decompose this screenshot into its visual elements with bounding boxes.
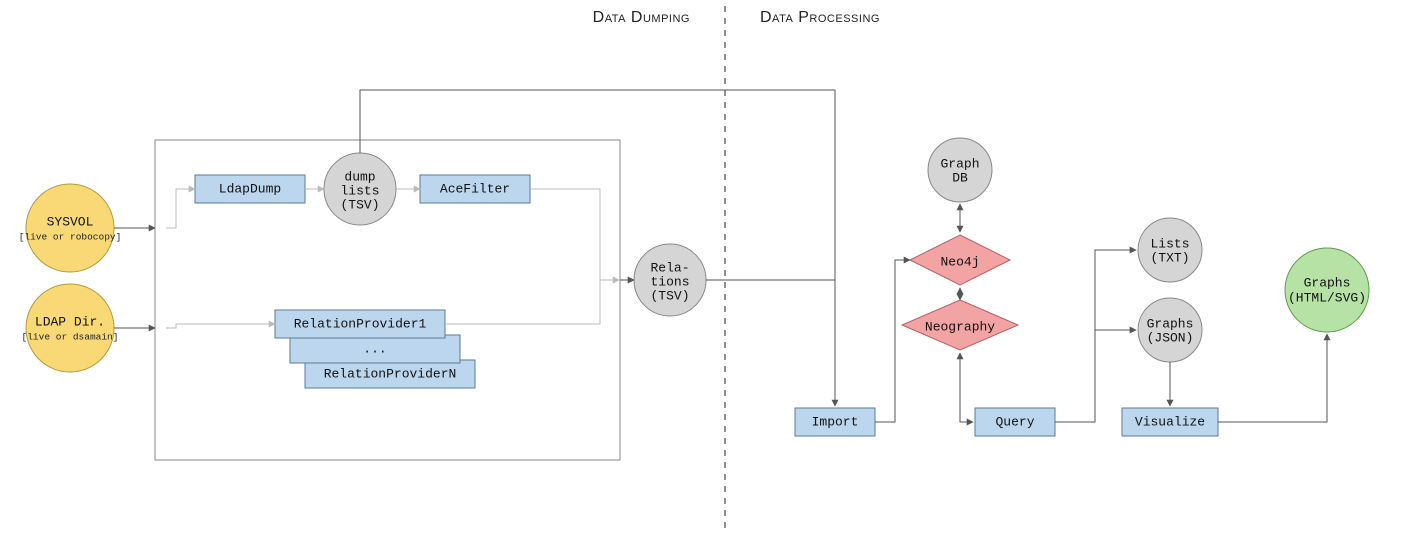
source-ldap-title: LDAP Dir. — [35, 314, 105, 329]
node-relationprovider1-label: RelationProvider1 — [294, 316, 427, 331]
node-graphs-json-l1: Graphs — [1147, 316, 1194, 331]
node-graphdb-l2: DB — [952, 170, 968, 185]
source-ldap-sub: [live or dsamain] — [22, 332, 119, 343]
source-sysvol-sub: [live or robocopy] — [19, 232, 122, 243]
edge-visualize-graphshtml — [1218, 334, 1327, 422]
node-relationprovider-mid-label: ... — [363, 341, 386, 356]
node-graphs-json-l2: (JSON) — [1147, 330, 1194, 345]
architecture-diagram: Data Dumping Data Processing SYSVOL [liv… — [0, 0, 1404, 560]
node-ldapdump-label: LdapDump — [219, 181, 281, 196]
node-graphs-html-l2: (HTML/SVG) — [1288, 290, 1366, 305]
node-dumplists-l2: lists — [340, 183, 379, 198]
node-graphs-html-l1: Graphs — [1304, 275, 1351, 290]
node-query-label: Query — [995, 414, 1034, 429]
node-relations-l2: tions — [650, 274, 689, 289]
node-neography-label: Neography — [925, 319, 995, 334]
source-sysvol-title: SYSVOL — [47, 214, 94, 229]
edge-neography-query — [960, 353, 973, 422]
node-visualize-label: Visualize — [1135, 414, 1205, 429]
edge-query-lists — [1055, 250, 1136, 422]
section-header-dumping: Data Dumping — [593, 9, 690, 26]
node-graphdb-l1: Graph — [940, 156, 979, 171]
node-relations-l3: (TSV) — [650, 288, 689, 303]
node-lists-l2: (TXT) — [1150, 250, 1189, 265]
edge-import-neo4j — [875, 260, 910, 422]
node-lists-l1: Lists — [1150, 236, 1189, 251]
node-relationprovidern-label: RelationProviderN — [324, 366, 457, 381]
node-import-label: Import — [812, 414, 859, 429]
section-header-processing: Data Processing — [760, 9, 880, 26]
node-neo4j-label: Neo4j — [940, 254, 979, 269]
node-acefilter-label: AceFilter — [440, 181, 510, 196]
node-dumplists-l3: (TSV) — [340, 197, 379, 212]
node-dumplists-l1: dump — [344, 169, 375, 184]
node-relations-l1: Rela- — [650, 260, 689, 275]
